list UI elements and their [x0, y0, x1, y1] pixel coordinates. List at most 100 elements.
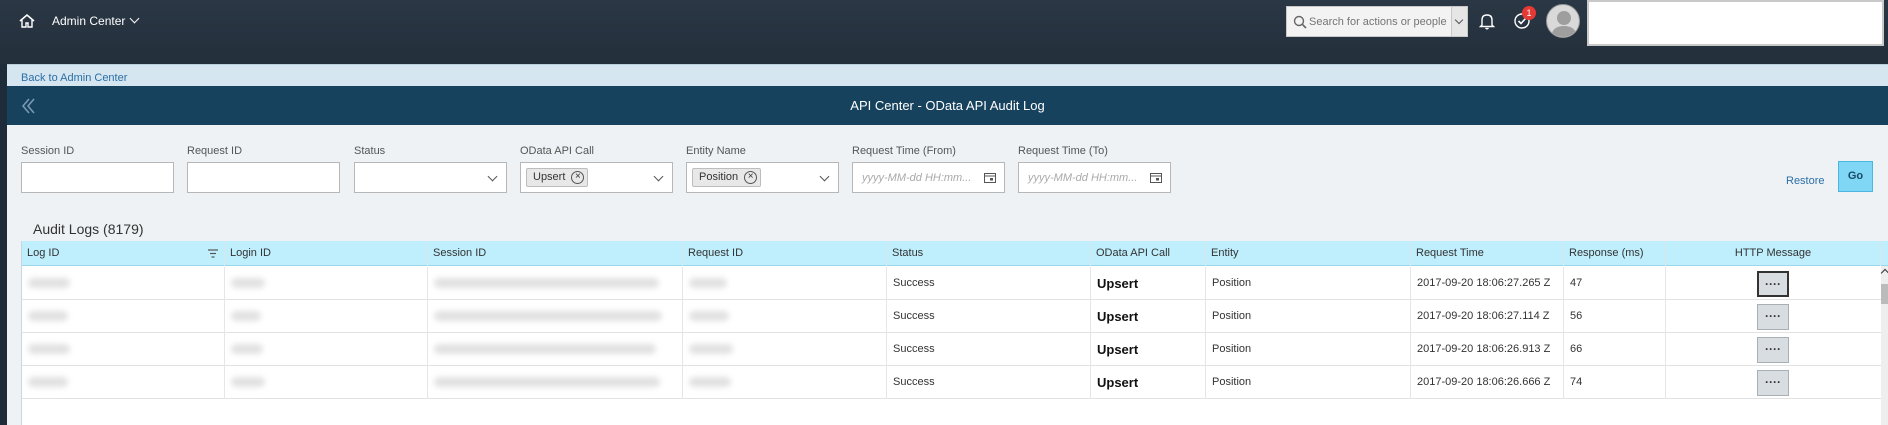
chevron-up-icon[interactable] [1880, 268, 1888, 278]
placeholder-text: yyyy-MM-dd HH:mm... [862, 172, 972, 184]
search-scope-dropdown[interactable] [1451, 7, 1467, 36]
column-header-http-message[interactable]: HTTP Message [1666, 241, 1881, 266]
scrollbar-thumb[interactable] [1881, 284, 1888, 304]
token-label: Position [699, 171, 739, 183]
remove-token-icon[interactable]: × [571, 171, 585, 184]
request-id-input[interactable] [187, 162, 340, 193]
placeholder-text: yyyy-MM-dd HH:mm... [1028, 172, 1138, 184]
restore-button[interactable]: Restore [1786, 175, 1825, 187]
calendar-icon[interactable] [984, 172, 996, 183]
vertical-scrollbar[interactable] [1880, 266, 1888, 425]
cell-request-id [683, 366, 887, 399]
redacted-value [28, 278, 70, 289]
chevron-down-icon [653, 171, 664, 182]
page-title: API Center - OData API Audit Log [850, 98, 1045, 113]
table-row[interactable]: Success Upsert Position 2017-09-20 18:06… [22, 333, 1888, 366]
cell-log-id [22, 333, 225, 366]
column-header-request-time[interactable]: Request Time [1411, 241, 1564, 266]
column-header-response[interactable]: Response (ms) [1564, 241, 1666, 266]
cell-session-id [428, 333, 683, 366]
table-row[interactable]: Success Upsert Position 2017-09-20 18:06… [22, 300, 1888, 333]
avatar[interactable] [1546, 4, 1580, 38]
user-info-panel [1587, 0, 1884, 46]
filter-label: Request Time (From) [852, 145, 956, 157]
cell-odata-call: Upsert [1091, 366, 1206, 399]
cell-login-id [225, 366, 428, 399]
column-header-status[interactable]: Status [887, 241, 1091, 266]
filter-time-to: Request Time (To) yyyy-MM-dd HH:mm... [1018, 145, 1171, 193]
cell-log-id [22, 300, 225, 333]
filter-label: Request ID [187, 145, 243, 157]
page-content: Back to Admin Center API Center - OData … [7, 64, 1888, 425]
filter-time-from: Request Time (From) yyyy-MM-dd HH:mm... [852, 145, 1005, 193]
cell-request-time: 2017-09-20 18:06:26.666 Z [1411, 366, 1564, 399]
audit-log-table: Log ID Login ID Session ID Request ID St… [21, 241, 1888, 425]
redacted-value [231, 344, 263, 355]
time-from-input[interactable]: yyyy-MM-dd HH:mm... [852, 162, 1005, 193]
app-menu-button[interactable]: Admin Center [52, 13, 140, 28]
cell-login-id [225, 300, 428, 333]
session-id-input[interactable] [21, 162, 174, 193]
redacted-value [28, 377, 68, 388]
http-message-button[interactable]: ···· [1757, 370, 1789, 396]
cell-status: Success [887, 267, 1091, 300]
redacted-value [434, 344, 656, 355]
back-to-admin-center-link[interactable]: Back to Admin Center [21, 72, 127, 84]
table-row[interactable]: Success Upsert Position 2017-09-20 18:06… [22, 267, 1888, 300]
table-header: Log ID Login ID Session ID Request ID St… [22, 241, 1888, 266]
filter-label: Session ID [21, 145, 75, 157]
cell-request-id [683, 267, 887, 300]
filter-odata-call: OData API Call Upsert × [520, 145, 673, 193]
column-header-odata-call[interactable]: OData API Call [1091, 241, 1206, 266]
shell-bar: Admin Center 1 [0, 0, 1888, 64]
filter-session-id: Session ID [21, 145, 174, 193]
search-input[interactable] [1309, 12, 1449, 32]
filter-label: Status [354, 145, 386, 157]
column-header-request-id[interactable]: Request ID [683, 241, 887, 266]
redacted-value [689, 311, 729, 322]
cell-response: 47 [1564, 267, 1666, 300]
http-message-button[interactable]: ···· [1757, 271, 1789, 297]
cell-status: Success [887, 333, 1091, 366]
cell-odata-call: Upsert [1091, 333, 1206, 366]
http-message-button[interactable]: ···· [1757, 304, 1789, 330]
filter-status: Status [354, 145, 507, 193]
home-icon[interactable] [18, 12, 36, 30]
status-select[interactable] [354, 162, 507, 193]
chevron-down-icon [819, 171, 830, 182]
cell-log-id [22, 366, 225, 399]
filter-icon[interactable] [208, 249, 218, 258]
cell-response: 56 [1564, 300, 1666, 333]
cell-entity: Position [1206, 300, 1411, 333]
remove-token-icon[interactable]: × [744, 171, 758, 184]
entity-name-multiselect[interactable]: Position × [686, 162, 839, 193]
bell-icon[interactable] [1478, 12, 1496, 30]
time-to-input[interactable]: yyyy-MM-dd HH:mm... [1018, 162, 1171, 193]
filter-request-id: Request ID [187, 145, 340, 193]
redacted-value [231, 311, 261, 322]
app-title: Admin Center [52, 14, 126, 28]
cell-login-id [225, 333, 428, 366]
http-message-button[interactable]: ···· [1757, 337, 1789, 363]
redacted-value [689, 344, 733, 355]
column-header-session-id[interactable]: Session ID [428, 241, 683, 266]
calendar-icon[interactable] [1150, 172, 1162, 183]
redacted-value [231, 278, 265, 289]
filter-label: OData API Call [520, 145, 594, 157]
search-field[interactable] [1286, 6, 1468, 37]
redacted-value [689, 377, 731, 388]
cell-entity: Position [1206, 366, 1411, 399]
chevron-down-icon [129, 13, 140, 24]
column-header-log-id[interactable]: Log ID [22, 241, 225, 266]
column-header-login-id[interactable]: Login ID [225, 241, 428, 266]
filter-entity-name: Entity Name Position × [686, 145, 839, 193]
redacted-value [434, 311, 662, 322]
cell-odata-call: Upsert [1091, 300, 1206, 333]
table-row[interactable]: Success Upsert Position 2017-09-20 18:06… [22, 366, 1888, 399]
filter-bar: Session ID Request ID Status OData API C… [7, 125, 1888, 213]
go-button[interactable]: Go [1838, 161, 1873, 192]
odata-call-multiselect[interactable]: Upsert × [520, 162, 673, 193]
cell-response: 66 [1564, 333, 1666, 366]
column-header-entity[interactable]: Entity [1206, 241, 1411, 266]
cell-log-id [22, 267, 225, 300]
